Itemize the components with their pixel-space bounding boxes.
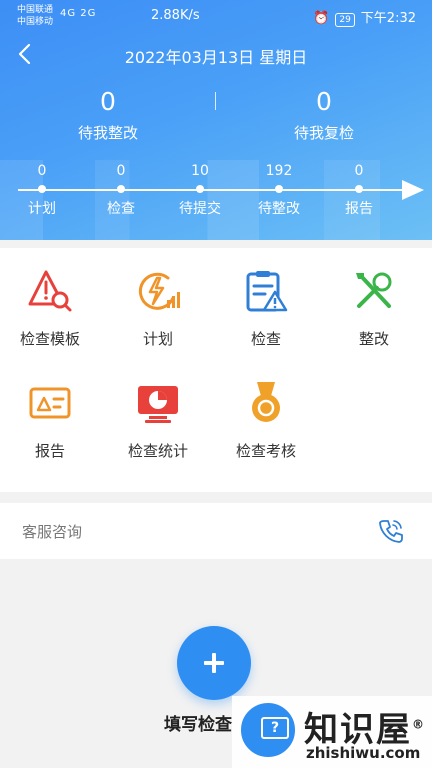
customer-service-row[interactable]: 客服咨询 (0, 503, 432, 559)
stat-value: 0 (316, 87, 332, 116)
watermark-logo: ? 知识屋® zhishiwu.com (232, 696, 432, 768)
timeline-label: 待提交 (179, 201, 221, 217)
clock: 下午2:32 (360, 11, 416, 26)
timeline-dot (275, 185, 283, 193)
stats-divider (215, 92, 216, 110)
menu-item-label: 计划 (142, 330, 173, 348)
menu-item-label: 检查统计 (127, 442, 188, 460)
menu-item-label: 整改 (358, 330, 389, 348)
tools-icon (356, 272, 392, 308)
status-right: ⏰ 29 下午2:32 (313, 7, 416, 27)
timeline-dot (355, 185, 363, 193)
signal-indicator: 4G 2G (60, 8, 97, 19)
question-monitor-icon: ? (261, 717, 289, 739)
clipboard-warning-icon (246, 271, 288, 312)
timeline-label: 计划 (28, 201, 56, 217)
menu-item-label: 检查考核 (235, 442, 296, 460)
timeline-count: 0 (37, 163, 47, 179)
header-banner: 中国联通 中国移动 4G 2G 2.88K/s ⏰ 29 下午2:32 2022年0… (0, 0, 432, 240)
stat-pending-recheck[interactable]: 0 待我复检 (254, 88, 394, 143)
carrier-2: 中国移动 (17, 17, 54, 27)
menu-item-rectify[interactable]: 整改 (324, 268, 424, 349)
menu-item-check-assessment[interactable]: 检查考核 (216, 380, 316, 461)
menu-item-check-stats[interactable]: 检查统计 (108, 380, 208, 461)
menu-item-report[interactable]: 报告 (0, 380, 100, 461)
lightning-chart-icon (138, 272, 180, 310)
timeline-node-plan[interactable]: 0 计划 (7, 163, 77, 218)
menu-item-check[interactable]: 检查 (216, 268, 316, 349)
timeline-dot (196, 185, 204, 193)
battery-icon: 29 (335, 13, 355, 27)
add-check-button[interactable] (177, 626, 251, 700)
timeline-label: 检查 (107, 201, 135, 217)
alarm-icon: ⏰ (313, 11, 330, 26)
timeline-count: 0 (116, 163, 126, 179)
timeline-node-to-rectify[interactable]: 192 待整改 (244, 163, 314, 218)
timeline-node-to-submit[interactable]: 10 待提交 (165, 163, 235, 218)
timeline-label: 待整改 (258, 201, 300, 217)
report-card-icon (29, 387, 71, 419)
add-check-label[interactable]: 填写检查 (164, 710, 232, 735)
phone-icon[interactable] (378, 518, 404, 544)
menu-item-label: 检查模板 (19, 330, 80, 348)
function-menu: 检查模板 计划 检查 整改 报告 检查统计 检查考核 (0, 248, 432, 492)
stat-label: 待我整改 (77, 124, 138, 142)
menu-item-label: 检查 (250, 330, 281, 348)
menu-item-check-template[interactable]: 检查模板 (0, 268, 100, 349)
menu-item-plan[interactable]: 计划 (108, 268, 208, 349)
menu-item-label: 报告 (34, 442, 65, 460)
timeline-node-report[interactable]: 0 报告 (324, 163, 394, 218)
watermark-badge: ? (238, 700, 298, 760)
timeline-dot (38, 185, 46, 193)
net-speed: 2.88K/s (151, 8, 200, 23)
warning-magnifier-icon (28, 270, 72, 312)
carrier-1: 中国联通 (17, 5, 54, 15)
stat-pending-rectify[interactable]: 0 待我整改 (38, 88, 178, 143)
timeline-label: 报告 (345, 201, 373, 217)
timeline-dot (117, 185, 125, 193)
monitor-pie-icon (138, 386, 178, 423)
timeline-node-check[interactable]: 0 检查 (86, 163, 156, 218)
timeline-count: 192 (265, 163, 293, 179)
page-date: 2022年03月13日 星期日 (124, 48, 308, 67)
customer-service-label: 客服咨询 (22, 523, 83, 541)
timeline-count: 0 (354, 163, 364, 179)
medal-icon (252, 382, 280, 422)
carrier-info: 中国联通 中国移动 (17, 4, 53, 28)
stat-value: 0 (100, 87, 116, 116)
stat-label: 待我复检 (293, 124, 354, 142)
status-bar: 中国联通 中国移动 4G 2G 2.88K/s ⏰ 29 下午2:32 (0, 4, 432, 30)
timeline-arrow-icon (402, 180, 424, 200)
timeline-count: 10 (191, 163, 209, 179)
watermark-url: zhishiwu.com (306, 744, 421, 762)
